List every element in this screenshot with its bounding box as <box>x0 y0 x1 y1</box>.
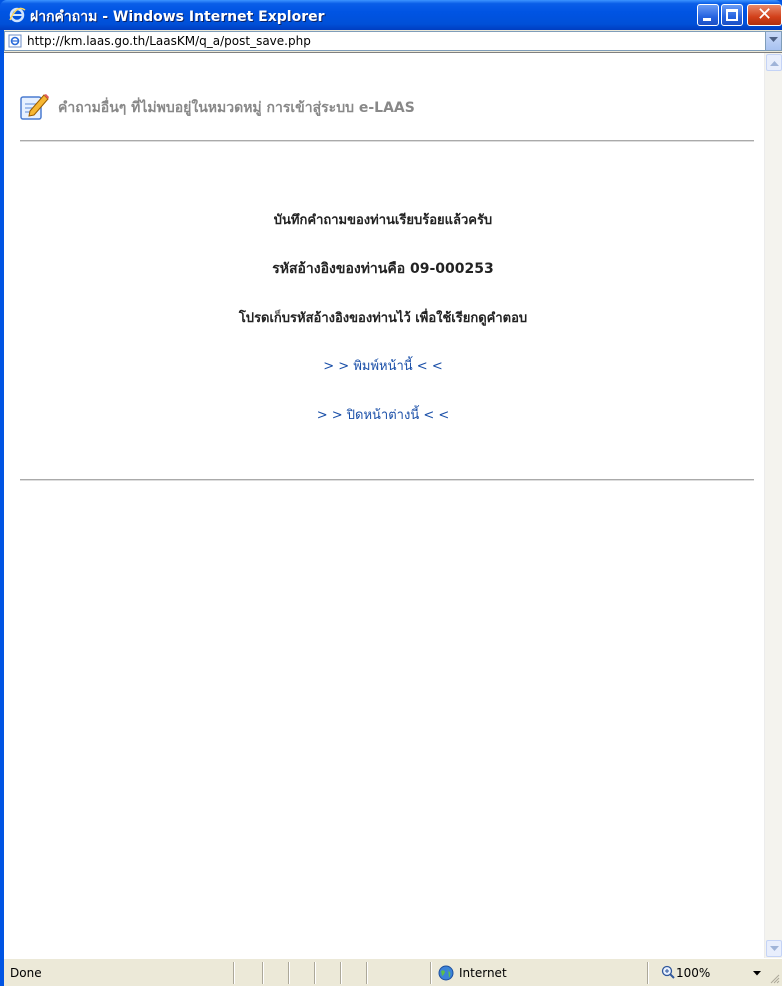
scroll-up-button[interactable] <box>766 54 782 71</box>
close-window-link-row: > > ปิดหน้าต่างนี้ < < <box>4 404 762 425</box>
url-text: http://km.laas.go.th/LaasKM/q_a/post_sav… <box>27 34 311 48</box>
ie-logo-icon <box>9 7 26 23</box>
status-divider <box>430 962 432 984</box>
chevron-down-icon <box>769 37 778 42</box>
zoom-level[interactable]: 100% <box>676 966 710 980</box>
page-header: คำถามอื่นๆ ที่ไม่พบอยู่ในหมวดหมู่ การเข้… <box>14 89 754 129</box>
print-page-link-row: > > พิมพ์หน้านี้ < < <box>4 355 762 376</box>
page-title: คำถามอื่นๆ ที่ไม่พบอยู่ในหมวดหมู่ การเข้… <box>58 100 415 116</box>
status-divider <box>233 962 235 984</box>
close-window-link[interactable]: > > ปิดหน้าต่างนี้ < < <box>317 408 450 423</box>
maximize-button[interactable] <box>721 4 743 26</box>
close-button[interactable]: ✕ <box>747 4 782 26</box>
status-divider <box>262 962 264 984</box>
keep-reference-message: โปรดเก็บรหัสอ้างอิงของท่านไว้ เพื่อใช้เร… <box>238 311 528 326</box>
chevron-down-icon <box>770 946 779 951</box>
status-divider <box>366 962 368 984</box>
saved-message: บันทึกคำถามของท่านเรียบร้อยแล้วครับ <box>273 213 493 228</box>
page-content: คำถามอื่นๆ ที่ไม่พบอยู่ในหมวดหมู่ การเข้… <box>4 53 762 958</box>
security-zone[interactable]: Internet <box>459 966 507 980</box>
ie-window: ฝากคำถาม - Windows Internet Explorer ✕ h… <box>0 0 782 986</box>
address-bar: http://km.laas.go.th/LaasKM/q_a/post_sav… <box>4 30 782 52</box>
chevron-up-icon <box>770 61 779 66</box>
browser-viewport: คำถามอื่นๆ ที่ไม่พบอยู่ในหมวดหมู่ การเข้… <box>4 52 782 958</box>
title-bar[interactable]: ฝากคำถาม - Windows Internet Explorer ✕ <box>0 0 782 30</box>
status-divider <box>288 962 290 984</box>
globe-icon <box>438 965 454 981</box>
close-icon: ✕ <box>757 4 773 25</box>
magnifier-icon <box>661 965 675 979</box>
window-title: ฝากคำถาม - Windows Internet Explorer <box>30 9 325 25</box>
print-page-link[interactable]: > > พิมพ์หน้านี้ < < <box>323 359 442 374</box>
pencil-notepad-icon <box>20 94 49 120</box>
status-divider <box>340 962 342 984</box>
address-dropdown-button[interactable] <box>765 32 781 50</box>
maximize-icon <box>726 9 738 21</box>
zoom-dropdown-icon[interactable] <box>753 971 761 976</box>
resize-grip-icon[interactable] <box>770 974 780 984</box>
minimize-icon <box>703 18 711 21</box>
status-divider <box>647 962 649 984</box>
status-text: Done <box>10 966 42 980</box>
scroll-down-button[interactable] <box>766 940 782 957</box>
status-divider <box>314 962 316 984</box>
minimize-button[interactable] <box>697 4 719 26</box>
status-bar: Done Internet 100% <box>4 958 782 986</box>
vertical-scrollbar[interactable] <box>764 53 782 958</box>
divider-bottom <box>20 479 754 481</box>
address-field[interactable]: http://km.laas.go.th/LaasKM/q_a/post_sav… <box>4 31 782 51</box>
ie-page-icon <box>8 34 22 48</box>
divider-top <box>20 140 754 142</box>
reference-code-message: รหัสอ้างอิงของท่านคือ 09-000253 <box>272 261 494 277</box>
